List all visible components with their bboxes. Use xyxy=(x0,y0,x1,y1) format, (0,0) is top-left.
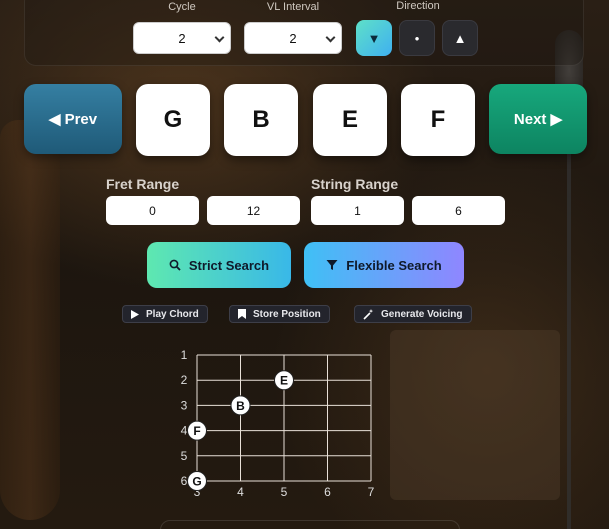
string-range-label: String Range xyxy=(311,176,399,192)
fret-number-label: 7 xyxy=(368,485,375,499)
cycle-label: Cycle xyxy=(168,1,196,13)
fret-max-input[interactable]: 12 xyxy=(207,196,300,225)
fret-min-input[interactable]: 0 xyxy=(106,196,199,225)
arrow-up-icon: ▲ xyxy=(453,30,467,46)
flexible-search-button[interactable]: Flexible Search xyxy=(304,242,464,288)
fretboard-diagram: 1234563 4 5 6 7EBFG xyxy=(181,348,375,499)
cycle-select[interactable]: 2 xyxy=(133,22,231,54)
chord-note-card: G xyxy=(136,84,210,156)
generate-voicing-label: Generate Voicing xyxy=(381,308,463,320)
string-number-label: 6 xyxy=(181,474,188,488)
string-max-input[interactable]: 6 xyxy=(412,196,505,225)
play-chord-label: Play Chord xyxy=(146,308,199,320)
vl-interval-select[interactable]: 2 xyxy=(244,22,342,54)
chevron-down-icon xyxy=(325,32,336,43)
play-chord-button[interactable]: Play Chord xyxy=(122,305,208,323)
direction-neutral-button[interactable]: • xyxy=(399,20,435,56)
chevron-down-icon xyxy=(214,32,225,43)
string-number-label: 1 xyxy=(181,348,188,362)
note-marker-label: E xyxy=(280,374,288,388)
chord-note-card: B xyxy=(224,84,298,156)
chord-note-card: F xyxy=(401,84,475,156)
flexible-search-label: Flexible Search xyxy=(346,257,442,273)
vl-interval-label: VL Interval xyxy=(266,1,320,13)
string-number-label: 3 xyxy=(181,398,188,412)
fret-number-label: 5 xyxy=(281,485,288,499)
background-guitar xyxy=(0,120,60,520)
string-min-input[interactable]: 1 xyxy=(311,196,404,225)
background-mic-stand xyxy=(567,100,571,529)
note-marker-label: B xyxy=(236,399,245,413)
direction-up-button[interactable]: ▲ xyxy=(442,20,478,56)
direction-label: Direction xyxy=(396,0,440,12)
note-marker-label: G xyxy=(192,475,201,489)
prev-button[interactable]: ◀ Prev xyxy=(24,84,122,154)
direction-down-button[interactable]: ▼ xyxy=(356,20,392,56)
cycle-value: 2 xyxy=(178,30,186,46)
note-marker-label: F xyxy=(193,424,200,438)
generate-voicing-button[interactable]: Generate Voicing xyxy=(354,305,472,323)
store-position-label: Store Position xyxy=(253,308,321,320)
vl-interval-value: 2 xyxy=(289,30,297,46)
search-icon xyxy=(169,259,181,271)
filter-icon xyxy=(326,260,338,270)
bookmark-icon xyxy=(238,309,246,319)
string-number-label: 2 xyxy=(181,373,188,387)
string-number-label: 5 xyxy=(181,449,188,463)
magic-wand-icon xyxy=(363,308,374,320)
chord-note-card: E xyxy=(313,84,387,156)
strict-search-label: Strict Search xyxy=(188,257,270,273)
next-button[interactable]: Next ▶ xyxy=(489,84,587,154)
play-icon xyxy=(131,309,139,319)
store-position-button[interactable]: Store Position xyxy=(229,305,330,323)
arrow-down-icon: ▼ xyxy=(367,30,381,46)
fret-range-label: Fret Range xyxy=(106,176,180,192)
fret-number-label: 6 xyxy=(324,485,331,499)
strict-search-button[interactable]: Strict Search xyxy=(147,242,291,288)
fret-number-label: 4 xyxy=(237,485,244,499)
bottom-panel xyxy=(160,520,460,529)
string-number-label: 4 xyxy=(181,424,188,438)
dot-icon: • xyxy=(414,30,420,46)
